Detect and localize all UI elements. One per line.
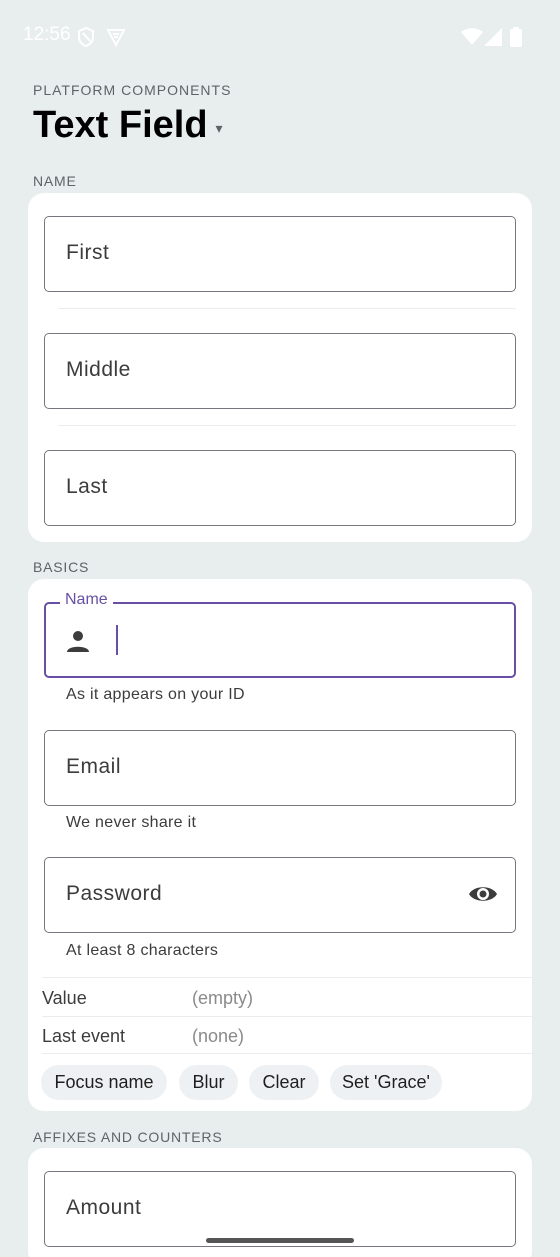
middle-name-field[interactable]: Middle: [44, 333, 516, 409]
password-field-label: Password: [66, 882, 163, 905]
value-row-value: (empty): [192, 988, 254, 1008]
middle-name-label: Middle: [66, 358, 131, 381]
first-name-field[interactable]: First: [44, 216, 516, 292]
amount-field-label: Amount: [66, 1196, 142, 1219]
last-event-row-key: Last event: [42, 1026, 126, 1046]
name-supporting-text: As it appears on your ID: [66, 686, 245, 703]
last-name-label: Last: [66, 475, 108, 498]
status-time: 12:56: [23, 24, 71, 45]
email-field-label: Email: [66, 755, 122, 778]
battery-icon: [510, 27, 522, 52]
section-label-affixes: AFFIXES AND COUNTERS: [33, 1129, 223, 1145]
blur-button[interactable]: Blur: [179, 1065, 238, 1100]
person-icon: [66, 629, 90, 658]
set-grace-button[interactable]: Set 'Grace': [330, 1065, 442, 1100]
name-card: First Middle Last: [28, 193, 532, 542]
clear-button[interactable]: Clear: [249, 1065, 319, 1100]
name-field[interactable]: Name: [44, 591, 516, 678]
focus-name-button[interactable]: Focus name: [41, 1065, 167, 1100]
status-bar: 12:56: [0, 0, 560, 72]
divider: [42, 1016, 532, 1017]
header-eyebrow: PLATFORM COMPONENTS: [33, 82, 232, 98]
divider: [58, 425, 516, 426]
last-event-row-value: (none): [192, 1026, 245, 1046]
email-field[interactable]: Email: [44, 730, 516, 806]
eye-icon[interactable]: [468, 882, 498, 911]
signal-icon: [484, 28, 502, 51]
divider: [42, 977, 532, 978]
home-indicator[interactable]: [206, 1238, 354, 1243]
value-row-key: Value: [42, 988, 87, 1008]
section-label-name: NAME: [33, 173, 77, 189]
page-title-text: Text Field: [33, 104, 208, 146]
name-field-label: Name: [60, 591, 113, 609]
shield-icon: [77, 26, 95, 52]
section-label-basics: BASICS: [33, 559, 90, 575]
amount-field[interactable]: Amount: [44, 1171, 516, 1247]
vpn-icon: [106, 27, 126, 52]
password-supporting-text: At least 8 characters: [66, 942, 219, 959]
password-field[interactable]: Password: [44, 857, 516, 933]
divider: [58, 308, 516, 309]
text-cursor: [116, 625, 118, 655]
last-name-field[interactable]: Last: [44, 450, 516, 526]
wifi-icon: [461, 28, 483, 51]
divider: [42, 1053, 532, 1054]
chevron-down-icon: ▾: [215, 120, 223, 136]
page-title[interactable]: Text Field ▾: [33, 104, 223, 147]
first-name-label: First: [66, 241, 110, 264]
email-supporting-text: We never share it: [66, 814, 197, 831]
basics-card: Name As it appears on your ID Email We n…: [28, 579, 532, 1111]
